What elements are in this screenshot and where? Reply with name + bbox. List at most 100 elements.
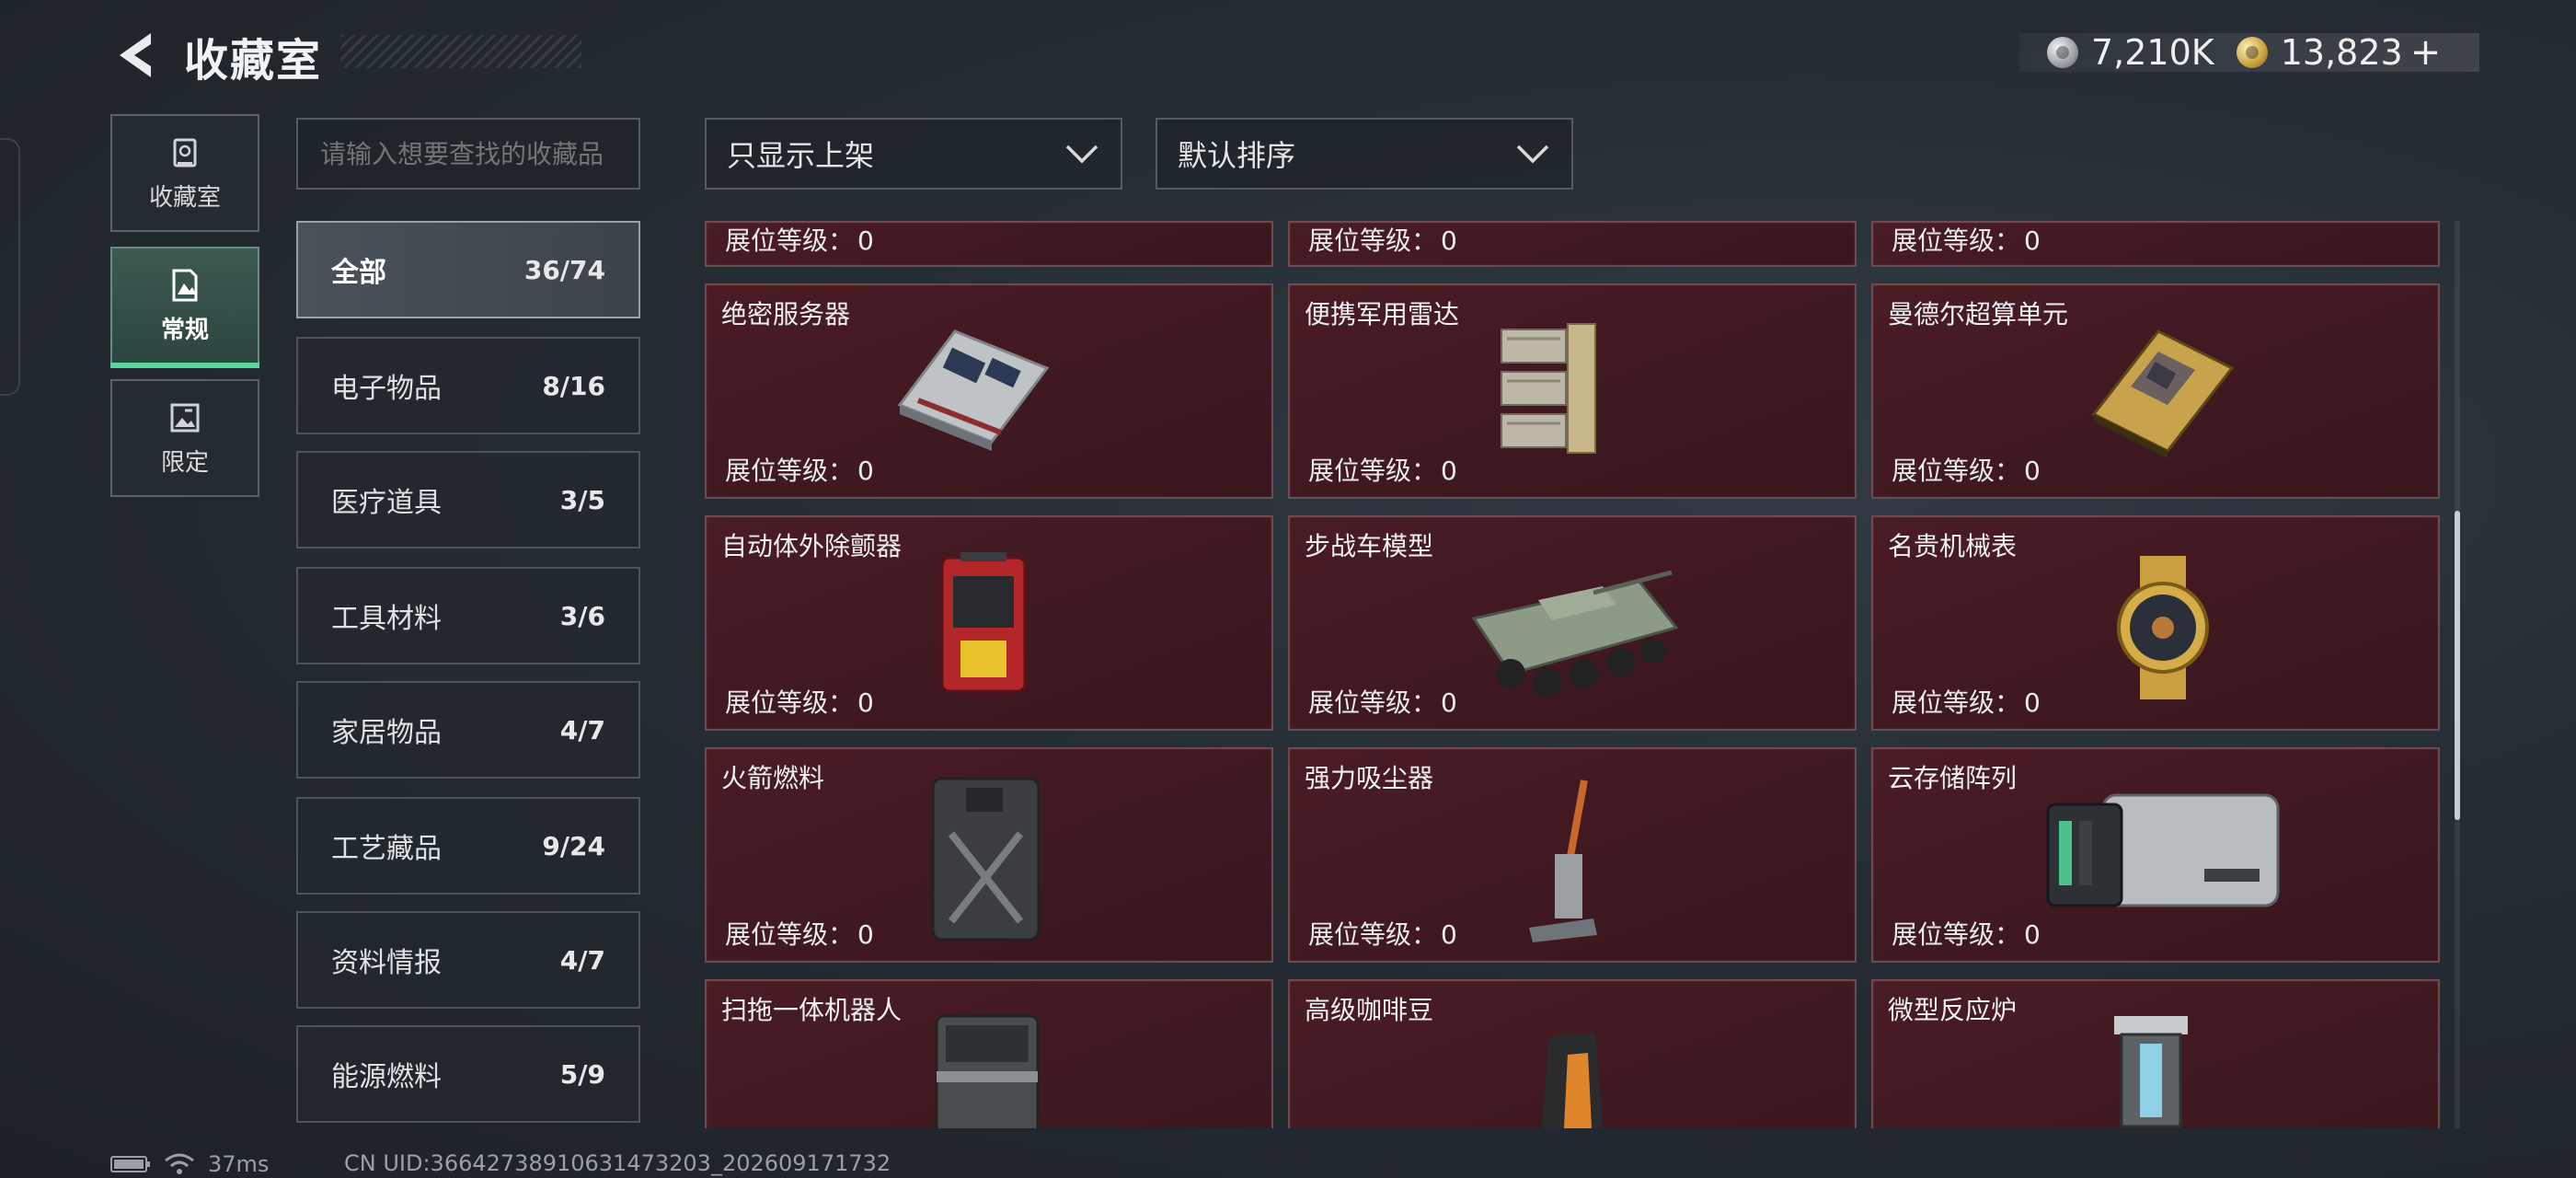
back-arrow-icon[interactable]: [109, 28, 164, 83]
category-electronics[interactable]: 电子物品 8/16: [296, 337, 640, 434]
scrollbar-thumb[interactable]: [2455, 511, 2460, 820]
coffee-bag-icon: [1541, 1033, 1604, 1128]
ping-value: 37ms: [208, 1151, 270, 1177]
booth-level: 展位等级： 0: [1308, 919, 1457, 950]
collection-card-partial[interactable]: 展位等级： 0: [1871, 221, 2440, 267]
booth-level: 展位等级： 0: [1892, 687, 2041, 718]
collection-card[interactable]: 步战车模型 展位等级： 0: [1288, 515, 1857, 731]
collection-card[interactable]: 云存储阵列 展位等级： 0: [1871, 747, 2440, 963]
nav-label: 常规: [160, 316, 209, 344]
nav-collection-room[interactable]: 收藏室: [110, 114, 259, 232]
collection-card[interactable]: 便携军用雷达 展位等级： 0: [1288, 283, 1857, 499]
silver-coin-icon: [2047, 37, 2078, 68]
silver-currency-value: 7,210K: [2091, 32, 2214, 73]
collection-card[interactable]: 自动体外除颤器 展位等级： 0: [705, 515, 1273, 731]
compute-unit-icon: [2091, 329, 2235, 458]
collection-grid[interactable]: 展位等级： 0 展位等级： 0 展位等级： 0 绝密服务器 展位等级： 0 便携军用雷达…: [703, 221, 2440, 1128]
booth-level: 展位等级： 0: [1892, 225, 2041, 256]
category-count: 5/9: [559, 1058, 605, 1090]
category-count: 3/5: [559, 484, 605, 515]
category-label: 家居物品: [331, 717, 442, 749]
collection-card[interactable]: 微型反应炉: [1871, 979, 2440, 1128]
collection-card[interactable]: 扫拖一体机器人: [705, 979, 1273, 1128]
item-name: 扫拖一体机器人: [721, 995, 903, 1025]
category-all[interactable]: 全部 36/74: [296, 221, 640, 318]
category-count: 8/16: [542, 370, 605, 401]
ifv-model-icon: [1471, 570, 1679, 698]
reactor-icon: [2114, 1016, 2188, 1128]
item-name: 便携军用雷达: [1305, 299, 1460, 329]
category-energy[interactable]: 能源燃料 5/9: [296, 1025, 640, 1123]
category-crafts[interactable]: 工艺藏品 9/24: [296, 797, 640, 895]
collection-card[interactable]: 高级咖啡豆: [1288, 979, 1857, 1128]
category-tools[interactable]: 工具材料 3/6: [296, 567, 640, 664]
category-label: 全部: [331, 257, 386, 289]
category-label: 电子物品: [331, 373, 442, 405]
side-edge-tab[interactable]: [0, 138, 20, 396]
booth-level: 展位等级： 0: [725, 456, 874, 486]
add-currency-button[interactable]: +: [2410, 31, 2442, 74]
booth-level: 展位等级： 0: [1892, 456, 2041, 486]
landscape-icon: [172, 269, 198, 301]
nav-label: 收藏室: [148, 183, 221, 212]
user-uid: CN UID:36642738910631473203_202609171732: [344, 1150, 891, 1176]
search-input[interactable]: [296, 118, 640, 190]
booth-level: 展位等级： 0: [725, 225, 874, 256]
item-name: 步战车模型: [1305, 531, 1434, 561]
nav-limited[interactable]: 限定: [110, 379, 259, 497]
collection-card[interactable]: 强力吸尘器 展位等级： 0: [1288, 747, 1857, 963]
listing-filter-dropdown[interactable]: 只显示上架: [705, 118, 1122, 190]
title-decoration: [340, 35, 581, 68]
storage-array-icon: [2046, 793, 2280, 907]
defibrillator-icon: [940, 552, 1027, 693]
item-name: 火箭燃料: [721, 763, 825, 793]
item-name: 绝密服务器: [721, 299, 851, 329]
collection-card-partial[interactable]: 展位等级： 0: [1288, 221, 1857, 267]
collection-card-partial[interactable]: 展位等级： 0: [705, 221, 1273, 267]
wifi-icon: [165, 1153, 194, 1174]
category-count: 4/7: [559, 714, 605, 745]
sort-dropdown[interactable]: 默认排序: [1156, 118, 1573, 190]
currency-bar: 7,210K 13,823 +: [2019, 31, 2479, 74]
fuel-can-icon: [931, 777, 1041, 941]
vault-icon: [173, 138, 197, 167]
category-count: 3/6: [559, 600, 605, 631]
page-title: 收藏室: [184, 35, 323, 87]
booth-level: 展位等级： 0: [1308, 225, 1457, 256]
image-icon: [170, 403, 200, 432]
chevron-down-icon: [1516, 144, 1549, 164]
category-medical[interactable]: 医疗道具 3/5: [296, 451, 640, 549]
status-bar: 37ms: [110, 1150, 269, 1178]
category-home[interactable]: 家居物品 4/7: [296, 681, 640, 779]
collection-card[interactable]: 名贵机械表 展位等级： 0: [1871, 515, 2440, 731]
battery-icon: [110, 1156, 150, 1172]
dropdown-value: 只显示上架: [727, 138, 875, 173]
collection-card[interactable]: 火箭燃料 展位等级： 0: [705, 747, 1273, 963]
category-label: 资料情报: [331, 947, 442, 979]
gold-coin-icon: [2236, 37, 2268, 68]
category-count: 36/74: [523, 254, 605, 285]
category-count: 4/7: [559, 944, 605, 976]
category-label: 能源燃料: [331, 1061, 442, 1093]
item-name: 强力吸尘器: [1305, 763, 1434, 793]
gold-currency-value: 13,823: [2280, 32, 2403, 73]
item-name: 高级咖啡豆: [1305, 995, 1434, 1025]
category-label: 工艺藏品: [331, 833, 442, 865]
booth-level: 展位等级： 0: [1308, 456, 1457, 486]
radar-icon: [1501, 323, 1596, 454]
watch-icon: [2117, 556, 2209, 699]
vacuum-icon: [1529, 780, 1597, 942]
item-name: 曼德尔超算单元: [1888, 299, 2069, 329]
item-name: 微型反应炉: [1888, 995, 2018, 1025]
collection-card[interactable]: 曼德尔超算单元 展位等级： 0: [1871, 283, 2440, 499]
booth-level: 展位等级： 0: [725, 687, 874, 718]
chevron-down-icon: [1065, 144, 1098, 164]
nav-regular[interactable]: 常规: [110, 247, 259, 368]
category-intel[interactable]: 资料情报 4/7: [296, 911, 640, 1009]
item-name: 名贵机械表: [1888, 531, 2018, 561]
category-count: 9/24: [542, 830, 605, 861]
item-name: 自动体外除颤器: [721, 531, 903, 561]
collection-card[interactable]: 绝密服务器 展位等级： 0: [705, 283, 1273, 499]
booth-level: 展位等级： 0: [725, 919, 874, 950]
booth-level: 展位等级： 0: [1892, 919, 2041, 950]
